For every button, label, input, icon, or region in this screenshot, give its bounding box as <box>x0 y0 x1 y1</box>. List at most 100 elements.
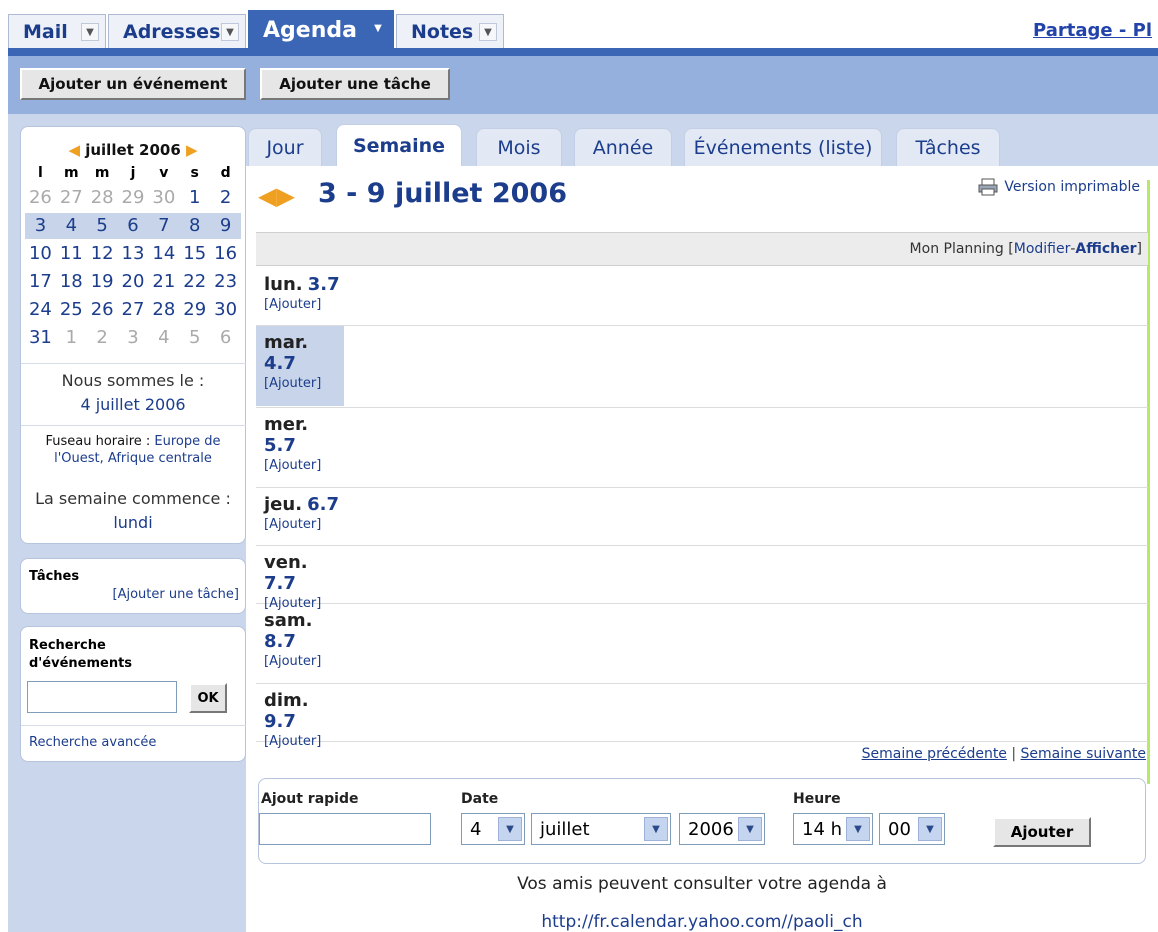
calendar-day[interactable]: 17 <box>25 269 56 295</box>
advanced-search-link[interactable]: Recherche avancée <box>29 735 156 750</box>
calendar-day[interactable]: 16 <box>210 241 241 267</box>
calendar-day[interactable]: 3 <box>25 213 56 239</box>
add-task-button[interactable]: Ajouter une tâche <box>260 68 450 100</box>
day-add-link[interactable]: [Ajouter] <box>264 376 344 391</box>
calendar-day[interactable]: 4 <box>56 213 87 239</box>
calendar-day[interactable]: 31 <box>25 325 56 351</box>
quick-add-button[interactable]: Ajouter <box>993 817 1091 847</box>
calendar-week[interactable]: 24 25 26 27 28 29 30 <box>25 297 241 323</box>
calendar-day[interactable]: 8 <box>179 213 210 239</box>
day-row-today[interactable]: mar. 4.7 [Ajouter] <box>256 326 1148 408</box>
chevron-down-icon[interactable]: ▼ <box>221 23 239 41</box>
partage-link[interactable]: Partage - Pl <box>1033 20 1152 41</box>
day-number[interactable]: 7.7 <box>264 573 296 594</box>
day-number[interactable]: 9.7 <box>264 711 296 732</box>
day-row[interactable]: ven. 7.7 [Ajouter] <box>256 546 1148 611</box>
calendar-day[interactable]: 1 <box>56 325 87 351</box>
calendar-day[interactable]: 12 <box>87 241 118 267</box>
day-select[interactable]: 4 ▼ <box>461 813 525 845</box>
calendar-day[interactable]: 6 <box>210 325 241 351</box>
chevron-down-icon[interactable]: ▼ <box>644 817 668 841</box>
calendar-day[interactable]: 9 <box>210 213 241 239</box>
tab-mois[interactable]: Mois <box>476 128 562 166</box>
day-add-link[interactable]: [Ajouter] <box>264 458 344 473</box>
calendar-day[interactable]: 26 <box>25 185 56 211</box>
today-date[interactable]: 4 juillet 2006 <box>21 395 245 414</box>
calendar-day[interactable]: 24 <box>25 297 56 323</box>
chevron-down-icon[interactable]: ▼ <box>918 817 942 841</box>
year-select[interactable]: 2006 ▼ <box>679 813 765 845</box>
calendar-day[interactable]: 1 <box>179 185 210 211</box>
calendar-week[interactable]: 17 18 19 20 21 22 23 <box>25 269 241 295</box>
prev-month-icon[interactable]: ◀ <box>68 141 80 159</box>
tab-mail[interactable]: Mail ▼ <box>8 14 106 48</box>
calendar-day[interactable]: 23 <box>210 269 241 295</box>
calendar-day[interactable]: 2 <box>210 185 241 211</box>
calendar-day[interactable]: 20 <box>118 269 149 295</box>
chevron-down-icon[interactable]: ▼ <box>81 23 99 41</box>
day-row[interactable]: sam. 8.7 [Ajouter] <box>256 604 1148 684</box>
calendar-week-current[interactable]: 3 4 5 6 7 8 9 <box>25 213 241 239</box>
calendar-day[interactable]: 27 <box>118 297 149 323</box>
minute-select[interactable]: 00 ▼ <box>879 813 945 845</box>
calendar-day[interactable]: 15 <box>179 241 210 267</box>
tab-annee[interactable]: Année <box>574 128 672 166</box>
search-input[interactable] <box>27 681 177 713</box>
day-number[interactable]: 5.7 <box>264 435 296 456</box>
calendar-day[interactable]: 30 <box>210 297 241 323</box>
tab-agenda[interactable]: Agenda ▼ <box>248 10 394 50</box>
calendar-week[interactable]: 10 11 12 13 14 15 16 <box>25 241 241 267</box>
week-start-value[interactable]: lundi <box>21 513 245 532</box>
prev-week-icon[interactable]: ◀ <box>258 182 276 210</box>
day-add-link[interactable]: [Ajouter] <box>264 297 344 312</box>
next-month-icon[interactable]: ▶ <box>186 141 198 159</box>
planning-modify-link[interactable]: Modifier <box>1014 241 1071 257</box>
day-row[interactable]: dim. 9.7 [Ajouter] <box>256 684 1148 749</box>
tab-taches[interactable]: Tâches <box>896 128 1000 166</box>
calendar-day[interactable]: 3 <box>118 325 149 351</box>
next-week-icon[interactable]: ▶ <box>276 182 294 210</box>
hour-select[interactable]: 14 h ▼ <box>793 813 873 845</box>
tab-notes[interactable]: Notes ▼ <box>396 14 504 48</box>
calendar-day[interactable]: 14 <box>148 241 179 267</box>
planning-show-link[interactable]: Afficher <box>1075 241 1136 257</box>
add-task-link[interactable]: [Ajouter une tâche] <box>113 587 239 602</box>
tab-adresses[interactable]: Adresses ▼ <box>108 14 246 48</box>
day-add-link[interactable]: [Ajouter] <box>264 734 344 749</box>
calendar-day[interactable]: 21 <box>148 269 179 295</box>
day-row[interactable]: lun. 3.7 [Ajouter] <box>256 268 1148 326</box>
calendar-day[interactable]: 5 <box>179 325 210 351</box>
calendar-day[interactable]: 5 <box>87 213 118 239</box>
calendar-day[interactable]: 28 <box>148 297 179 323</box>
calendar-week[interactable]: 26 27 28 29 30 1 2 <box>25 185 241 211</box>
calendar-day[interactable]: 29 <box>179 297 210 323</box>
tab-semaine[interactable]: Semaine <box>336 124 462 166</box>
chevron-down-icon[interactable]: ▼ <box>846 817 870 841</box>
calendar-day[interactable]: 4 <box>148 325 179 351</box>
print-version-link[interactable]: Version imprimable <box>978 178 1140 196</box>
day-add-link[interactable]: [Ajouter] <box>264 517 344 532</box>
calendar-week[interactable]: 31 1 2 3 4 5 6 <box>25 325 241 351</box>
calendar-day[interactable]: 29 <box>118 185 149 211</box>
calendar-day[interactable]: 30 <box>148 185 179 211</box>
day-number[interactable]: 4.7 <box>264 353 296 374</box>
day-number[interactable]: 8.7 <box>264 631 296 652</box>
day-number[interactable]: 6.7 <box>307 494 339 515</box>
search-ok-button[interactable]: OK <box>189 683 227 713</box>
add-event-button[interactable]: Ajouter un événement <box>20 68 246 100</box>
calendar-day[interactable]: 22 <box>179 269 210 295</box>
calendar-day[interactable]: 19 <box>87 269 118 295</box>
tab-evenements-liste[interactable]: Événements (liste) <box>684 128 882 166</box>
month-select[interactable]: juillet ▼ <box>531 813 671 845</box>
calendar-day[interactable]: 27 <box>56 185 87 211</box>
day-add-link[interactable]: [Ajouter] <box>264 654 344 669</box>
calendar-day[interactable]: 13 <box>118 241 149 267</box>
calendar-day[interactable]: 18 <box>56 269 87 295</box>
share-url-link[interactable]: http://fr.calendar.yahoo.com//paoli_ch <box>246 912 1158 932</box>
chevron-down-icon[interactable]: ▼ <box>738 817 762 841</box>
calendar-day[interactable]: 11 <box>56 241 87 267</box>
chevron-down-icon[interactable]: ▼ <box>498 817 522 841</box>
chevron-down-icon[interactable]: ▼ <box>369 19 387 37</box>
previous-week-link[interactable]: Semaine précédente <box>862 746 1007 762</box>
day-row[interactable]: jeu. 6.7 [Ajouter] <box>256 488 1148 546</box>
